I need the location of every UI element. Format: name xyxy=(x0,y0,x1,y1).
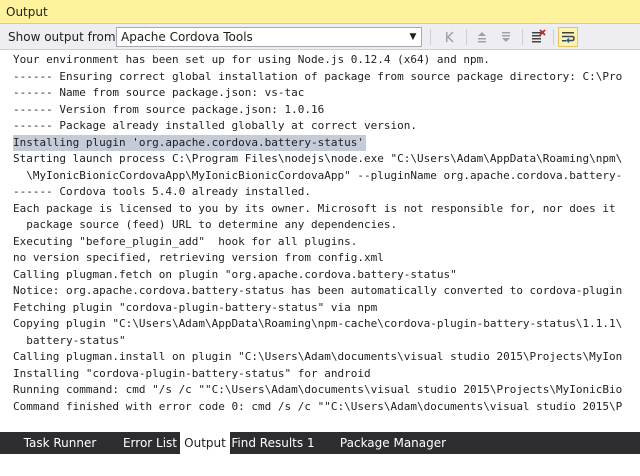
output-line: ------ Name from source package.json: vs… xyxy=(13,86,305,99)
clear-all-icon xyxy=(532,29,546,43)
output-line-selected: Installing plugin 'org.apache.cordova.ba… xyxy=(13,134,366,151)
find-previous-button[interactable] xyxy=(472,27,492,47)
output-line: Fetching plugin "cordova-plugin-battery-… xyxy=(13,300,378,314)
output-source-value: Apache Cordova Tools xyxy=(121,30,253,44)
tab-package-manager-console[interactable]: Package Manager Console xyxy=(316,432,470,472)
tab-error-list[interactable]: Error List xyxy=(120,432,180,454)
output-source-dropdown[interactable]: Apache Cordova Tools ▼ xyxy=(116,27,422,47)
tab-label: Output xyxy=(184,436,226,450)
output-toolbar: Show output from: Apache Cordova Tools ▼ xyxy=(0,24,640,50)
dropdown-arrow-icon[interactable]: ▼ xyxy=(405,28,421,46)
toolbar-separator xyxy=(430,29,431,45)
output-line: no version specified, retrieving version… xyxy=(13,251,384,264)
output-line: package source (feed) URL to determine a… xyxy=(13,218,398,231)
tab-label: Find Results 1 xyxy=(231,436,315,450)
show-output-label: Show output from: xyxy=(8,30,120,44)
goto-previous-button[interactable] xyxy=(440,27,460,47)
output-line: ------ Ensuring correct global installat… xyxy=(13,69,623,83)
output-line: Your environment has been set up for usi… xyxy=(13,53,490,66)
output-line: Each package is licensed to you by its o… xyxy=(13,201,616,215)
toolbar-separator xyxy=(553,29,554,45)
bottom-tab-strip: Task Runner Explorer Error List Output F… xyxy=(0,432,640,472)
find-next-icon xyxy=(502,32,510,42)
output-line: \MyIonicBionicCordovaApp\MyIonicBionicCo… xyxy=(13,168,623,182)
output-line: battery-status" xyxy=(13,333,126,347)
tab-output[interactable]: Output xyxy=(180,432,230,454)
find-next-button[interactable] xyxy=(496,27,516,47)
goto-previous-icon xyxy=(446,31,454,43)
output-line: Running command: cmd "/s /c ""C:\Users\A… xyxy=(13,383,623,396)
tab-label: Task Runner Explorer xyxy=(23,436,97,472)
output-line: Starting launch process C:\Program Files… xyxy=(13,152,623,165)
find-previous-icon xyxy=(478,32,486,43)
clear-all-button[interactable] xyxy=(528,27,548,47)
output-line: ------ Package already installed globall… xyxy=(13,119,417,132)
tab-label: Package Manager Console xyxy=(339,436,447,472)
output-line: Command finished with error code 0: cmd … xyxy=(13,399,623,413)
tab-label: Error List xyxy=(122,436,178,450)
output-line: Calling plugman.fetch on plugin "org.apa… xyxy=(13,267,457,281)
output-line: Calling plugman.install on plugin "C:\Us… xyxy=(13,350,623,363)
word-wrap-icon xyxy=(562,32,575,44)
tab-find-results-1[interactable]: Find Results 1 xyxy=(230,432,316,454)
output-line: Installing "cordova-plugin-battery-statu… xyxy=(13,366,371,380)
toolbar-separator xyxy=(522,29,523,45)
toolbar-separator xyxy=(466,29,467,45)
output-line: ------ Cordova tools 5.4.0 already insta… xyxy=(13,185,312,198)
window-title: Output xyxy=(6,5,48,19)
output-line: Copying plugin "C:\Users\Adam\AppData\Ro… xyxy=(13,317,623,330)
output-line: ------ Version from source package.json:… xyxy=(13,102,325,116)
output-title-bar: Output xyxy=(0,0,640,24)
output-line: Notice: org.apache.cordova.battery-statu… xyxy=(13,284,623,297)
output-text-area[interactable]: Your environment has been set up for usi… xyxy=(0,50,640,432)
tab-task-runner-explorer[interactable]: Task Runner Explorer xyxy=(0,432,120,472)
output-line: Executing "before_plugin_add" hook for a… xyxy=(13,234,358,248)
word-wrap-toggle[interactable] xyxy=(558,27,578,47)
